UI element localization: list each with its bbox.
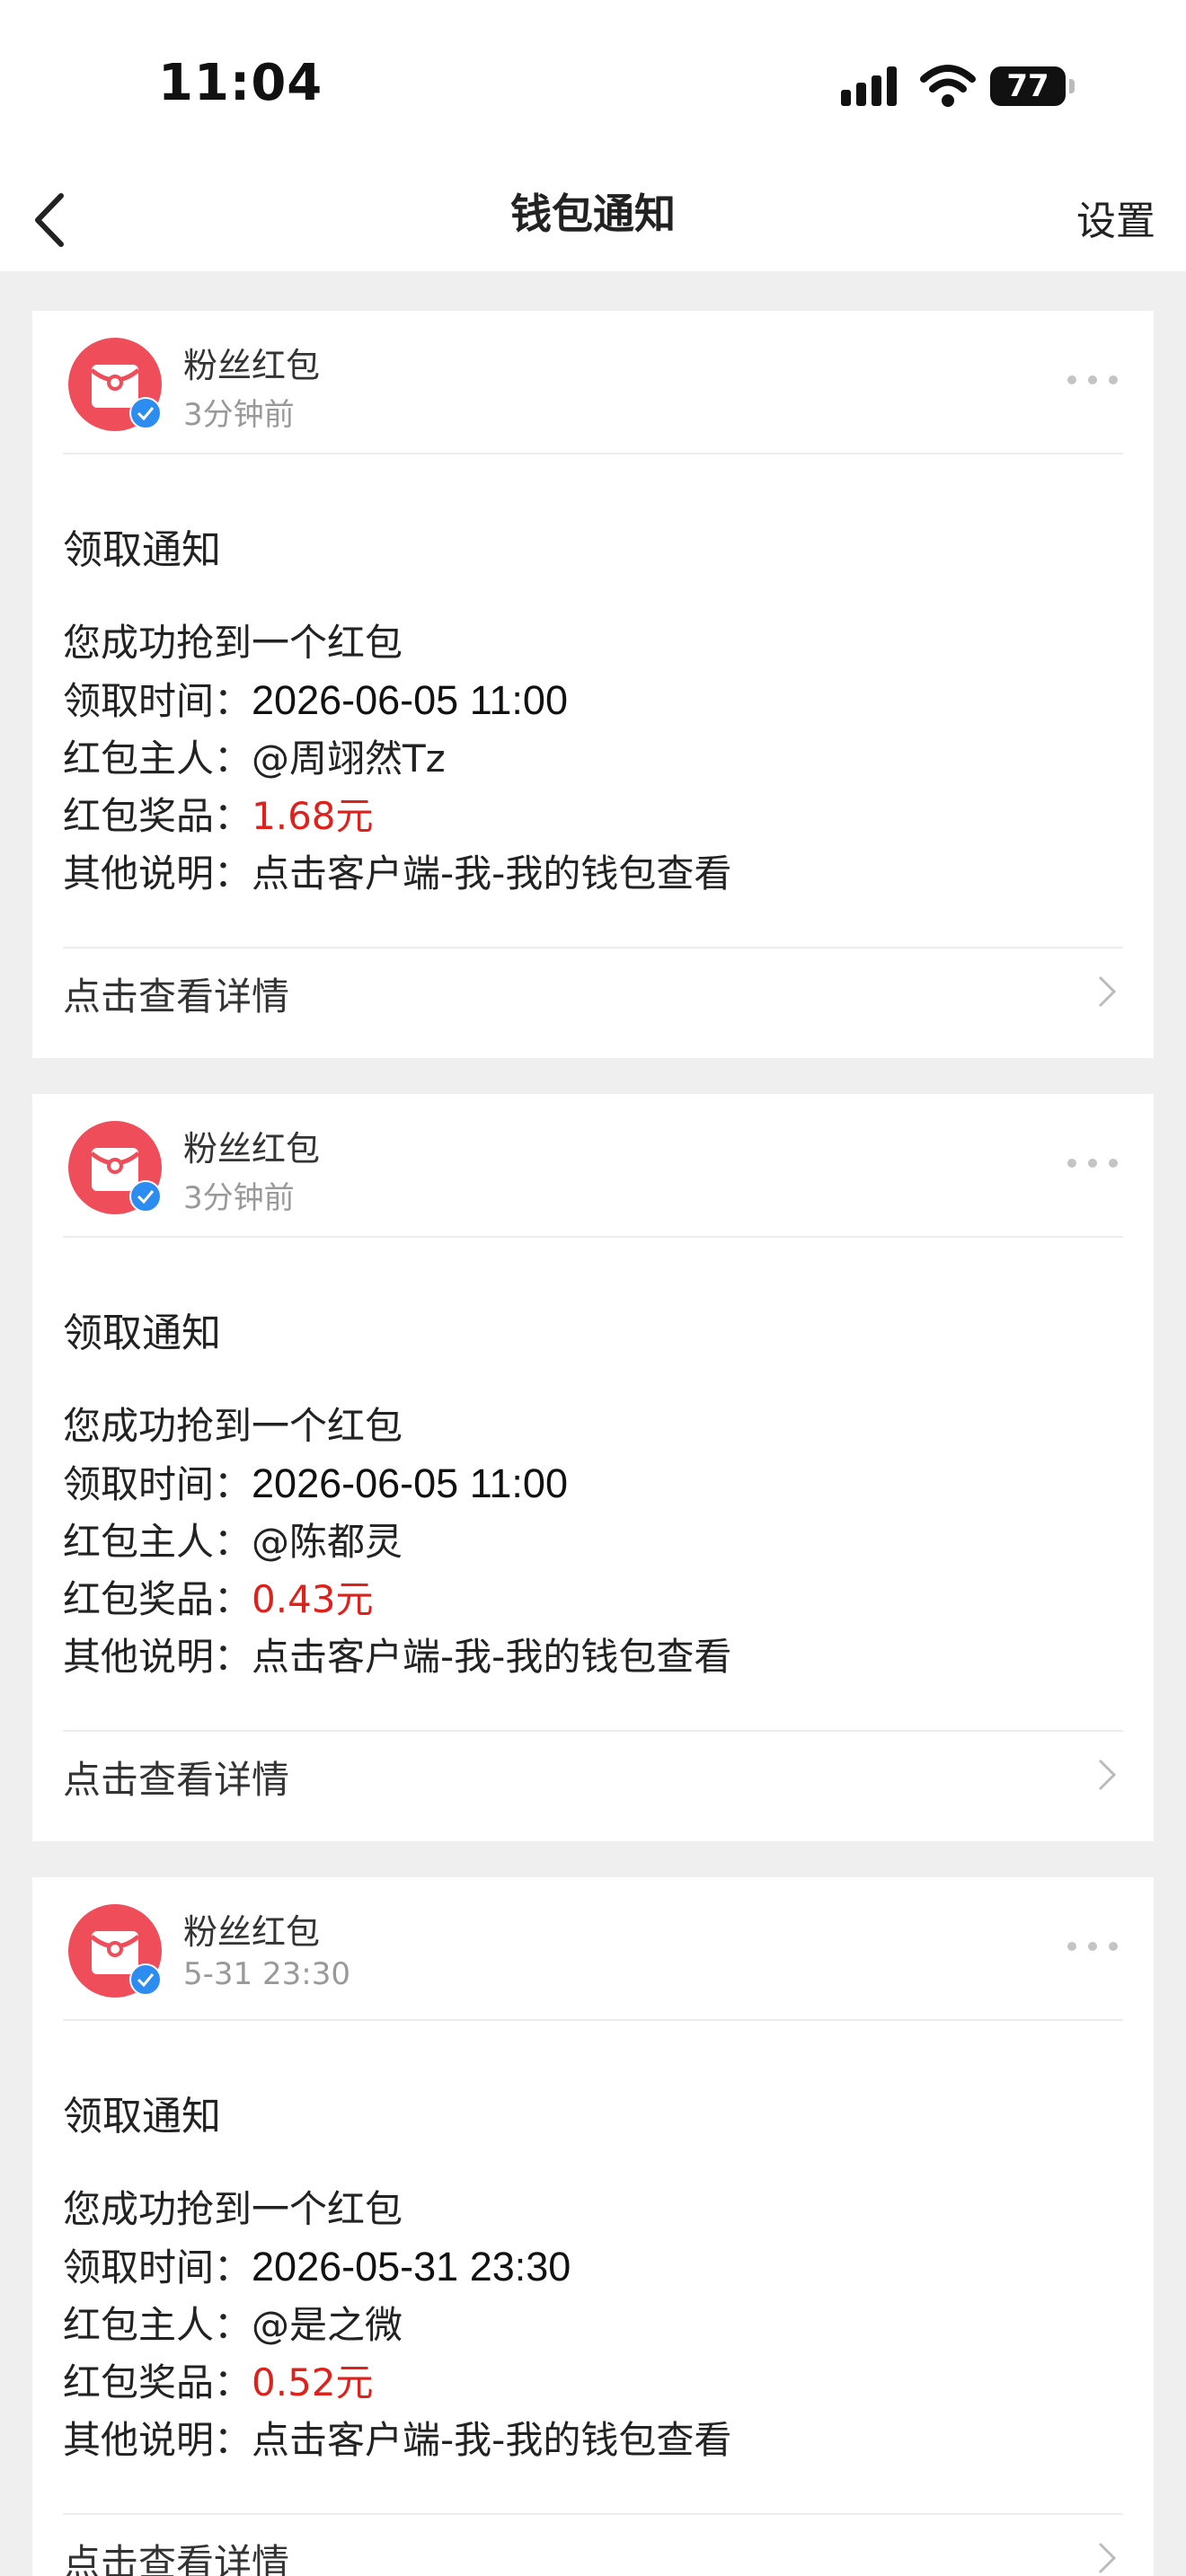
sender-time: 3分钟前 — [183, 397, 295, 433]
claim-time-value: 2026-06-05 11:00 — [252, 1460, 568, 1506]
view-details-label: 点击查看详情 — [63, 2541, 290, 2576]
battery-level: 77 — [1006, 68, 1049, 104]
claim-time-row: 领取时间：2026-06-05 11:00 — [63, 1455, 731, 1513]
prize-label: 红包奖品： — [63, 2360, 252, 2404]
prize-amount: 0.43元 — [252, 1577, 374, 1621]
settings-button[interactable]: 设置 — [1076, 189, 1155, 246]
battery-cap — [1069, 79, 1075, 93]
owner-value[interactable]: @陈都灵 — [252, 1520, 403, 1564]
owner-value[interactable]: @周翊然Tz — [252, 737, 446, 781]
sender-time: 5-31 23:30 — [183, 1956, 350, 1992]
notification-card: 粉丝红包 3分钟前 领取通知 您成功抢到一个红包 领取时间：2026-06-05… — [32, 311, 1154, 1058]
more-icon[interactable] — [1067, 1942, 1118, 1954]
page-title: 钱包通知 — [510, 190, 676, 238]
status-bar: 11:04 77 — [0, 0, 1186, 171]
prize-label: 红包奖品： — [63, 794, 252, 838]
chevron-right-icon — [1098, 2542, 1117, 2574]
sender-name[interactable]: 粉丝红包 — [183, 338, 320, 387]
claim-time-value: 2026-05-31 23:30 — [252, 2244, 571, 2289]
prize-row: 红包奖品：1.68元 — [63, 788, 731, 845]
more-icon[interactable] — [1067, 1159, 1118, 1171]
claim-time-row: 领取时间：2026-05-31 23:30 — [63, 2238, 731, 2297]
verified-icon — [129, 1180, 162, 1213]
divider — [63, 2019, 1123, 2021]
claim-time-label: 领取时间： — [63, 679, 252, 723]
note-value: 点击客户端-我-我的钱包查看 — [252, 2418, 732, 2462]
divider — [63, 1236, 1123, 1238]
prize-label: 红包奖品： — [63, 1577, 252, 1621]
view-details-row[interactable]: 点击查看详情 — [32, 2501, 1154, 2576]
divider — [63, 453, 1123, 454]
prize-row: 红包奖品：0.52元 — [63, 2354, 731, 2412]
verified-icon — [129, 397, 162, 429]
prize-amount: 0.52元 — [252, 2360, 374, 2404]
owner-label: 红包主人： — [63, 1520, 252, 1564]
claim-time-row: 领取时间：2026-06-05 11:00 — [63, 672, 731, 730]
signal-icon — [841, 66, 900, 106]
view-details-row[interactable]: 点击查看详情 — [32, 1717, 1154, 1829]
note-row: 其他说明：点击客户端-我-我的钱包查看 — [63, 2412, 731, 2469]
view-details-row[interactable]: 点击查看详情 — [32, 934, 1154, 1045]
notification-card: 粉丝红包 3分钟前 领取通知 您成功抢到一个红包 领取时间：2026-06-05… — [32, 1094, 1154, 1841]
notice-body: 您成功抢到一个红包 领取时间：2026-06-05 11:00 红包主人：@陈都… — [63, 1398, 731, 1686]
notice-intro: 您成功抢到一个红包 — [63, 2187, 403, 2231]
nav-bar: 钱包通知 设置 — [0, 171, 1186, 271]
view-details-label: 点击查看详情 — [63, 1758, 290, 1802]
notice-title: 领取通知 — [63, 2094, 221, 2139]
note-label: 其他说明： — [63, 2418, 252, 2462]
owner-value[interactable]: @是之微 — [252, 2303, 403, 2347]
note-row: 其他说明：点击客户端-我-我的钱包查看 — [63, 1628, 731, 1686]
notice-intro: 您成功抢到一个红包 — [63, 621, 403, 665]
prize-row: 红包奖品：0.43元 — [63, 1571, 731, 1628]
more-icon[interactable] — [1067, 375, 1118, 388]
sender-name[interactable]: 粉丝红包 — [183, 1904, 320, 1954]
notice-body: 您成功抢到一个红包 领取时间：2026-05-31 23:30 红包主人：@是之… — [63, 2181, 731, 2469]
claim-time-label: 领取时间： — [63, 2245, 252, 2289]
owner-row: 红包主人：@是之微 — [63, 2297, 731, 2354]
owner-label: 红包主人： — [63, 737, 252, 781]
notification-card: 粉丝红包 5-31 23:30 领取通知 您成功抢到一个红包 领取时间：2026… — [32, 1877, 1154, 2576]
claim-time-label: 领取时间： — [63, 1462, 252, 1506]
sender-name[interactable]: 粉丝红包 — [183, 1121, 320, 1170]
view-details-label: 点击查看详情 — [63, 975, 290, 1019]
chevron-right-icon — [1098, 1759, 1117, 1791]
note-value: 点击客户端-我-我的钱包查看 — [252, 851, 732, 895]
status-time: 11:04 — [158, 54, 323, 112]
notice-intro: 您成功抢到一个红包 — [63, 1404, 403, 1448]
owner-row: 红包主人：@周翊然Tz — [63, 730, 731, 788]
claim-time-value: 2026-06-05 11:00 — [252, 677, 568, 723]
chevron-right-icon — [1098, 975, 1117, 1008]
sender-time: 3分钟前 — [183, 1180, 295, 1216]
verified-icon — [129, 1963, 162, 1996]
note-value: 点击客户端-我-我的钱包查看 — [252, 1635, 732, 1679]
note-row: 其他说明：点击客户端-我-我的钱包查看 — [63, 845, 731, 903]
notice-body: 您成功抢到一个红包 领取时间：2026-06-05 11:00 红包主人：@周翊… — [63, 614, 731, 903]
prize-amount: 1.68元 — [252, 794, 374, 838]
note-label: 其他说明： — [63, 851, 252, 895]
notice-title: 领取通知 — [63, 1310, 221, 1356]
battery-icon: 77 — [990, 66, 1066, 106]
note-label: 其他说明： — [63, 1635, 252, 1679]
owner-label: 红包主人： — [63, 2303, 252, 2347]
notice-title: 领取通知 — [63, 527, 221, 573]
wifi-icon — [920, 65, 976, 107]
owner-row: 红包主人：@陈都灵 — [63, 1513, 731, 1571]
